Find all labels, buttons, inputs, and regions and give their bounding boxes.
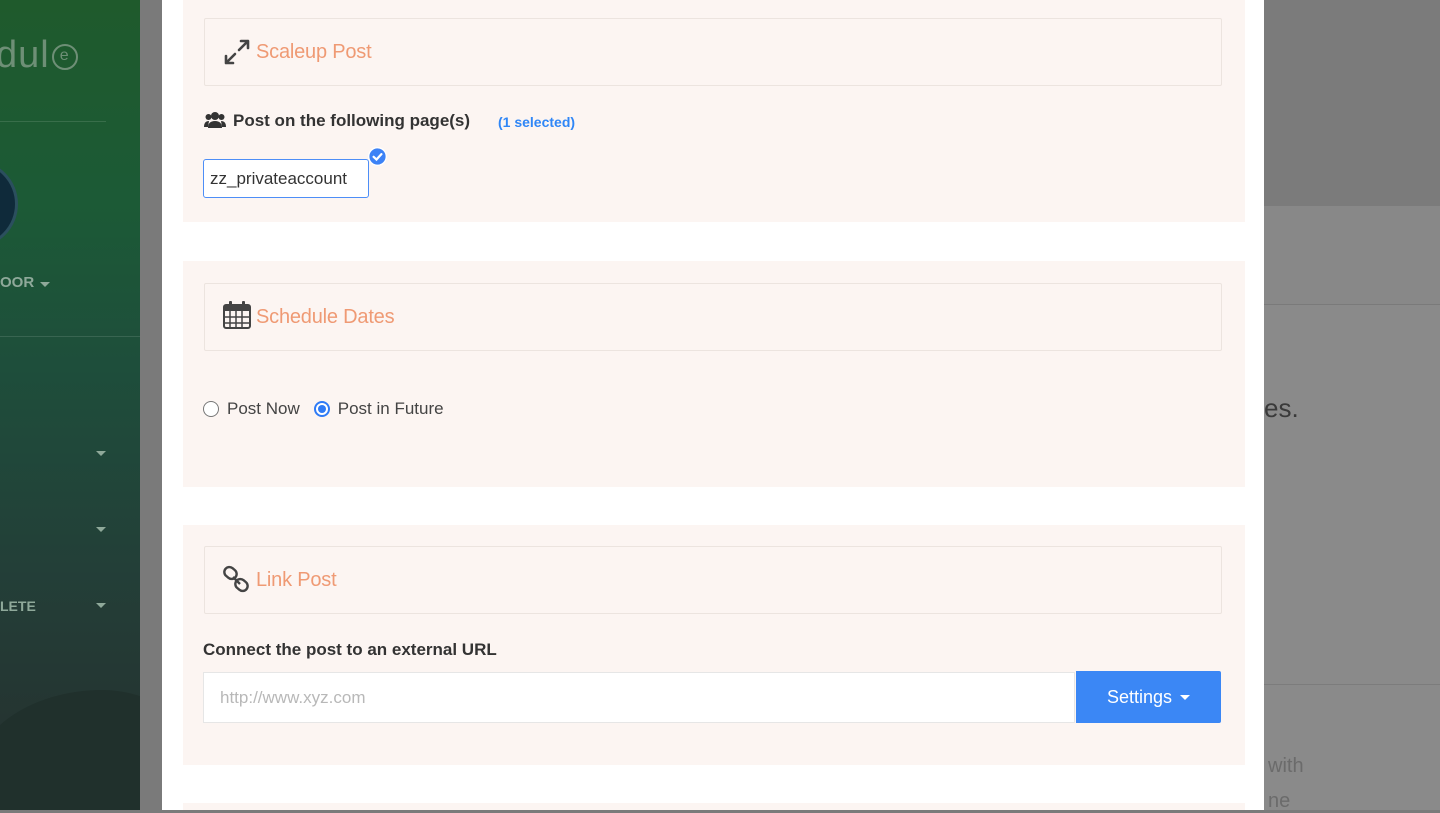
check-circle-icon (368, 147, 387, 166)
calendar-icon (223, 301, 251, 329)
schedule-header: Schedule Dates (204, 283, 1222, 351)
background-divider (1264, 684, 1440, 685)
post-now-radio[interactable] (203, 400, 219, 417)
background-mountain-image (0, 690, 140, 810)
link-post-description: Connect the post to an external URL (203, 640, 497, 659)
link-icon (223, 565, 249, 593)
app-logo: dul e (0, 34, 78, 77)
chevron-down-icon[interactable] (96, 603, 106, 608)
selected-count[interactable]: (1 selected) (498, 114, 575, 130)
scaleup-header: Scaleup Post (204, 18, 1222, 86)
post-in-future-radio[interactable] (313, 400, 330, 417)
background-header (1264, 0, 1440, 206)
chevron-down-icon[interactable] (96, 451, 106, 456)
caret-down-icon (1180, 695, 1191, 701)
background-text: with (1268, 755, 1304, 777)
post-in-future-label[interactable]: Post in Future (338, 399, 444, 419)
sidebar-item-delete[interactable]: LETE (0, 598, 36, 614)
settings-label: Settings (1106, 686, 1173, 707)
chevron-down-icon[interactable] (96, 527, 106, 532)
scaleup-section: Scaleup Post Post on the following page(… (183, 0, 1245, 222)
avatar (0, 160, 18, 248)
pages-label: Post on the following page(s) (233, 111, 471, 130)
link-post-title: Link Post (256, 569, 337, 591)
schedule-title: Schedule Dates (256, 306, 395, 328)
create-post-modal: Scaleup Post Post on the following page(… (162, 0, 1264, 810)
background-main-content: es. with ne (1264, 0, 1440, 812)
users-icon (204, 112, 226, 128)
external-url-input[interactable] (203, 672, 1075, 723)
page-chip[interactable]: zz_privateaccount (203, 159, 369, 198)
schedule-section: Schedule Dates Post Now Post in Future (183, 261, 1245, 487)
link-post-header: Link Post (204, 546, 1222, 614)
next-section (183, 803, 1245, 810)
scaleup-title: Scaleup Post (256, 41, 372, 63)
background-band (1264, 206, 1440, 305)
chevron-down-icon (40, 282, 50, 287)
expand-arrows-icon (224, 39, 250, 65)
schedule-options: Post Now Post in Future (203, 398, 458, 422)
post-now-label[interactable]: Post Now (227, 399, 300, 419)
settings-dropdown-button[interactable]: Settings (1076, 671, 1221, 723)
sidebar-divider (0, 121, 106, 122)
sidebar-user-menu[interactable]: OOR (0, 274, 34, 291)
background-sidebar: dul e OOR LETE (0, 0, 140, 810)
background-text: es. (1264, 393, 1299, 423)
sidebar-divider (0, 336, 140, 337)
